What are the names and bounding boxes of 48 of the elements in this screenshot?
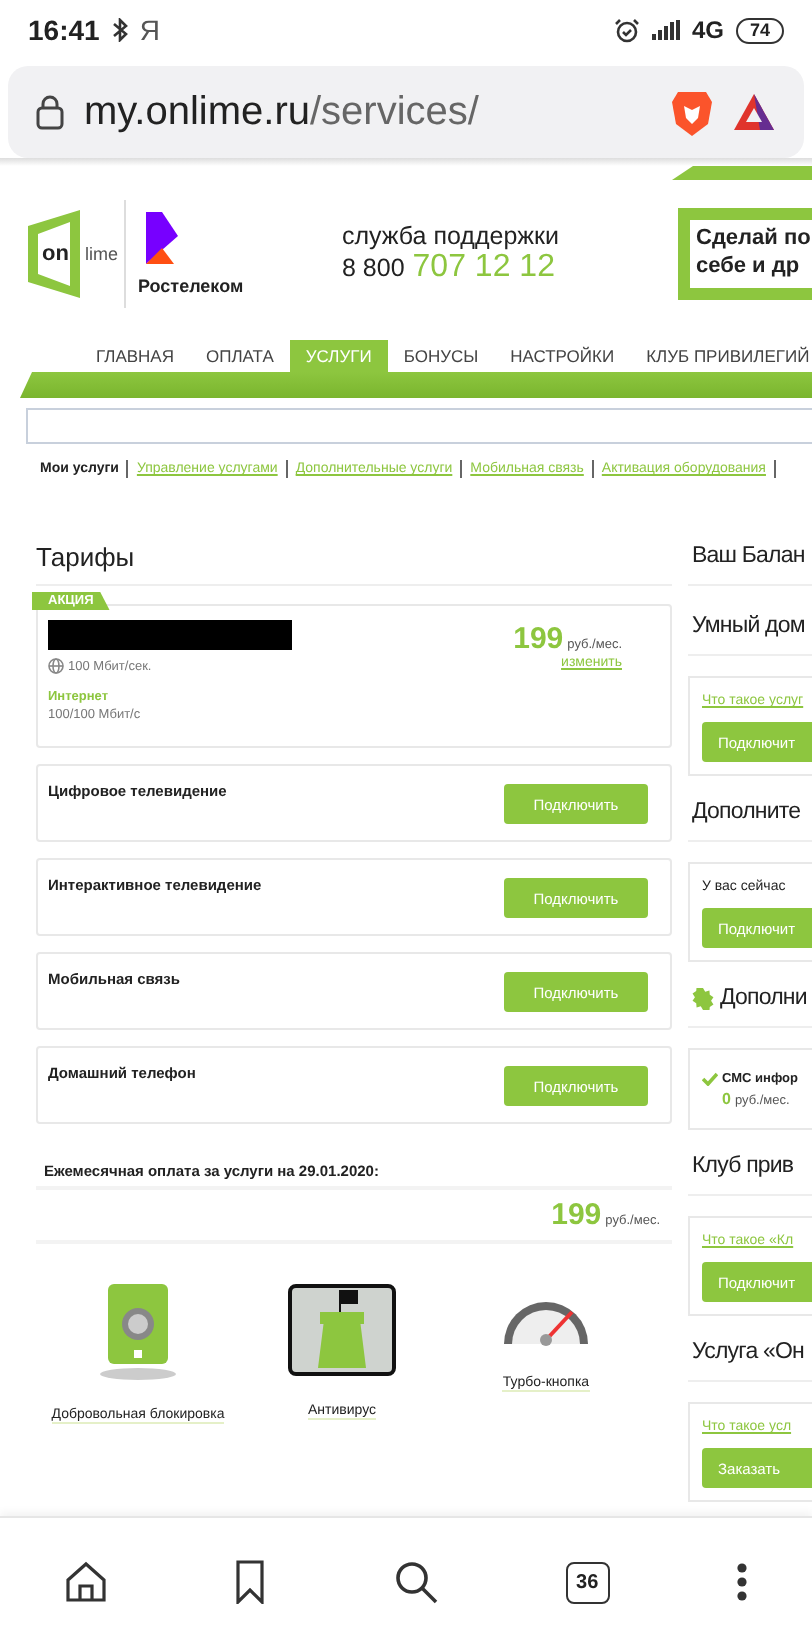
bookmark-icon[interactable] [234, 1560, 267, 1604]
alarm-icon [613, 17, 640, 43]
logo-text: lime [84, 244, 118, 264]
lion-shield-icon[interactable] [672, 88, 712, 136]
section-heading: Клуб прив [688, 1152, 812, 1196]
partner-name: Ростелеком [138, 276, 244, 296]
network-type: 4G [691, 16, 724, 44]
battery-level: 74 [735, 17, 784, 43]
price-value: 199 [513, 622, 564, 656]
section-heading: Услуга «Он [688, 1338, 812, 1382]
triangle-icon[interactable] [732, 92, 776, 132]
home-icon[interactable] [63, 1560, 108, 1604]
nav-tab[interactable]: ОПЛАТА [190, 340, 290, 372]
bluetooth-icon [111, 18, 128, 42]
app-notification-glyph: Я [139, 14, 160, 46]
gear-icon [692, 987, 714, 1009]
nav-tab[interactable]: НАСТРОЙКИ [494, 340, 631, 372]
section-heading: Умный дом [688, 612, 812, 656]
support-label: служба поддержки [342, 222, 561, 250]
banner-text: себе и др [696, 254, 800, 278]
signal-icon [651, 20, 680, 40]
section-title: Тарифы [36, 542, 672, 586]
section-heading: Дополни [720, 984, 807, 1012]
logo-text: on [42, 242, 69, 266]
check-icon [702, 1072, 718, 1086]
banner-text: Сделай по [696, 226, 811, 250]
price-value: 199 [551, 1198, 602, 1232]
lock-icon [36, 94, 64, 130]
section-heading: Ваш Балан [688, 542, 812, 586]
nav-tab[interactable]: БОНУСЫ [387, 340, 495, 372]
search-field[interactable] [26, 408, 812, 444]
nav-tab[interactable]: УСЛУГИ [289, 340, 388, 372]
search-icon[interactable] [393, 1560, 438, 1604]
promo-banner[interactable]: Сделай по себе и др [678, 208, 812, 300]
price-value: 0 [722, 1090, 731, 1108]
support-phone[interactable]: 8 800 707 12 12 [342, 250, 678, 286]
nav-tab[interactable]: КЛУБ ПРИВИЛЕГИЙ [630, 340, 812, 372]
address-bar[interactable]: my.onlime.ru/services/ [8, 66, 804, 158]
section-heading: Дополните [688, 798, 812, 842]
globe-icon [48, 658, 64, 674]
antivirus-tower-icon [288, 1284, 396, 1376]
clock: 16:41 [28, 14, 100, 46]
url-text: my.onlime.ru/services/ [84, 89, 481, 135]
onlime-logo-icon [24, 210, 84, 298]
decorative-stripe [672, 166, 812, 180]
more-menu-icon[interactable] [736, 1562, 749, 1602]
nav-tab[interactable]: ГЛАВНАЯ [80, 340, 190, 372]
tab-count[interactable]: 36 [565, 1561, 610, 1603]
